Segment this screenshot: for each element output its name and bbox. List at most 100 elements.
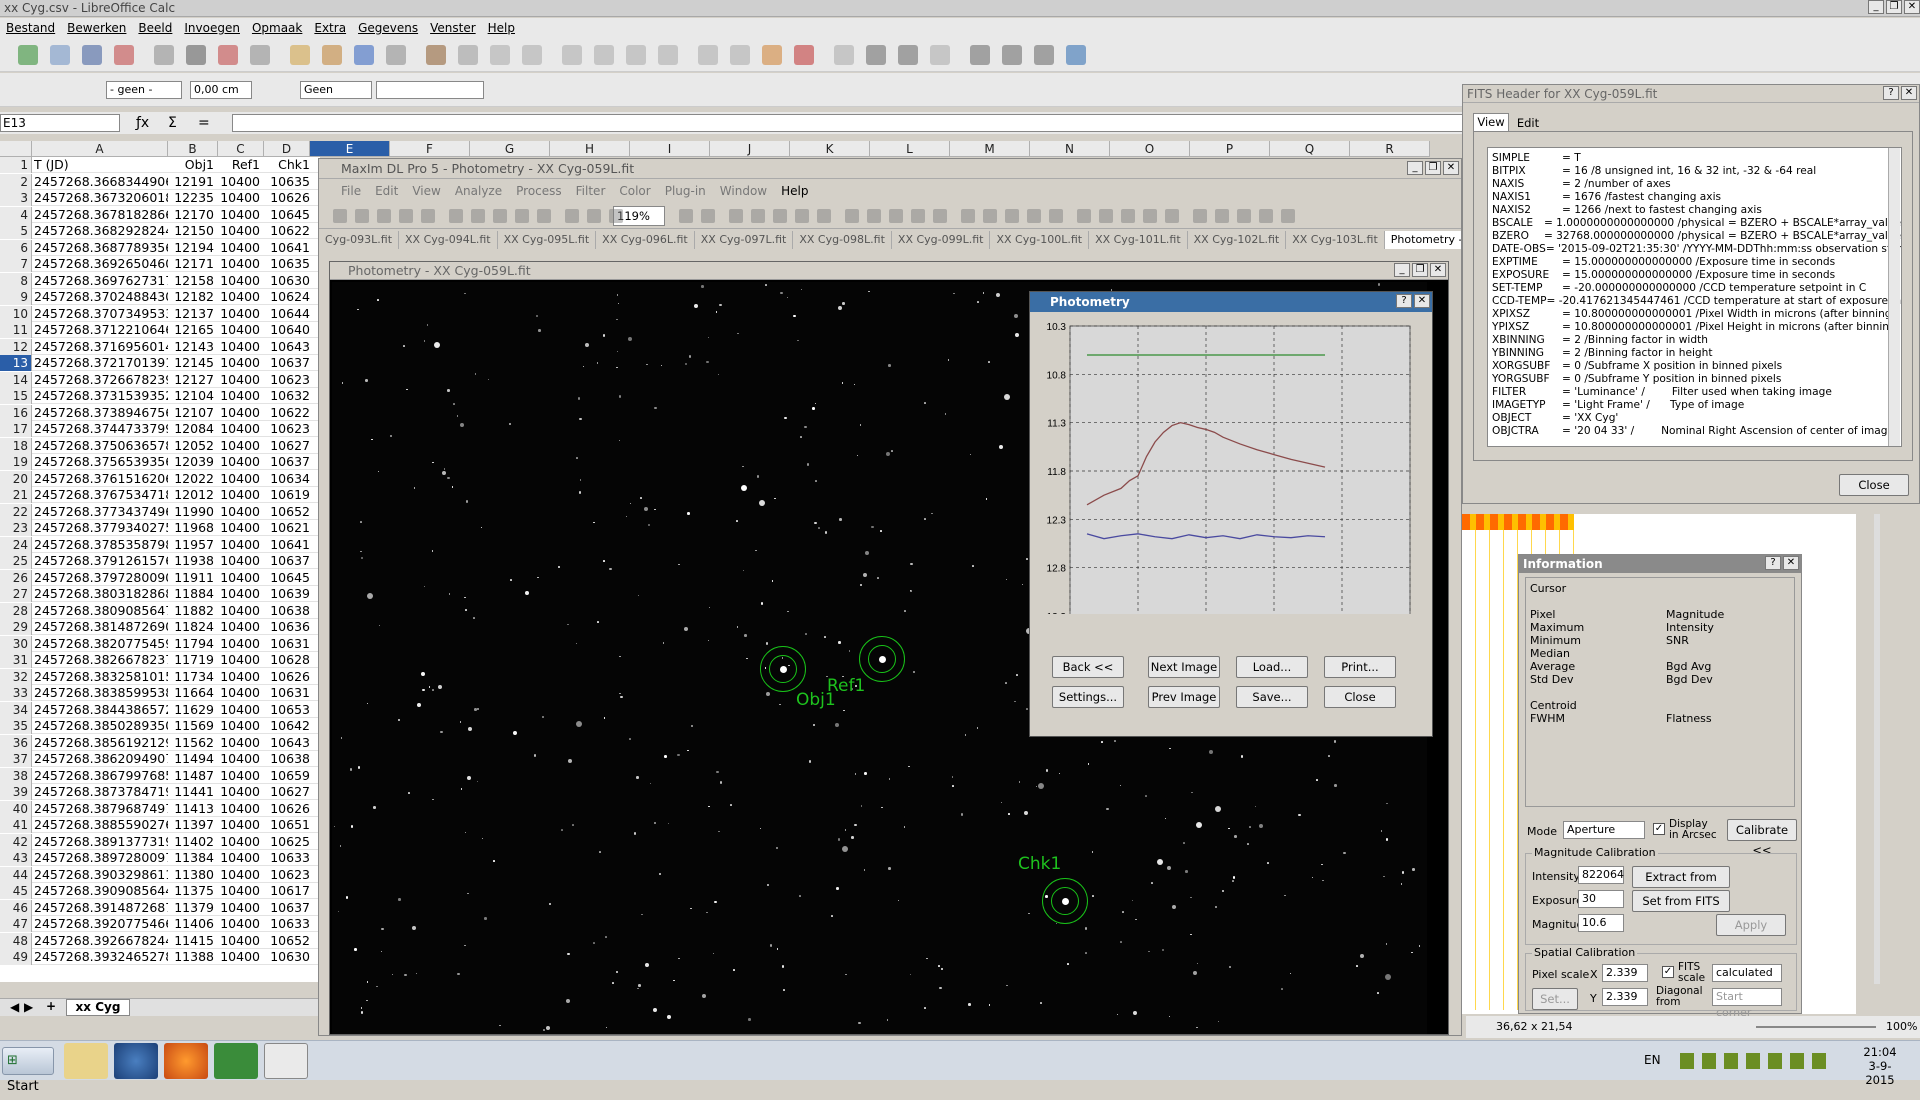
table-cell[interactable]: 2457268.3809085647 — [34, 603, 168, 619]
define-print-icon[interactable] — [1002, 45, 1022, 65]
table-cell[interactable]: 11911 — [170, 570, 214, 586]
maxim-tool-icon[interactable] — [933, 209, 947, 223]
table-row[interactable]: 9 2457268.3702488430 12182 10400 10624 — [0, 289, 320, 305]
table-cell[interactable]: 12107 — [170, 405, 214, 421]
column-header-e[interactable]: E — [310, 141, 390, 157]
table-cell[interactable]: 10400 — [216, 388, 260, 404]
menu-item-bestand[interactable]: Bestand — [6, 18, 55, 38]
table-cell[interactable]: 10630 — [262, 273, 310, 289]
table-cell[interactable]: 10400 — [216, 471, 260, 487]
table-cell[interactable]: 2457268.3814872690 — [34, 619, 168, 635]
row-number[interactable]: 45 — [0, 883, 32, 899]
maxim-menu-help[interactable]: Help — [781, 181, 808, 201]
column-header-m[interactable]: M — [950, 141, 1030, 157]
column-header-h[interactable]: H — [550, 141, 630, 157]
table-cell[interactable]: 11884 — [170, 586, 214, 602]
insert-icon[interactable] — [594, 45, 614, 65]
table-row[interactable]: 32 2457268.3832581015 11734 10400 10626 — [0, 668, 320, 685]
table-cell[interactable]: 2457268.3879687497 — [34, 801, 168, 817]
open-icon[interactable] — [50, 45, 70, 65]
table-row[interactable]: 20 2457268.3761516206 12022 10400 10634 — [0, 470, 320, 487]
table-cell[interactable]: 11938 — [170, 553, 214, 569]
table-cell[interactable]: 10400 — [216, 867, 260, 883]
table-row[interactable]: 27 2457268.3803182868 11884 10400 10639 — [0, 586, 320, 602]
table-cell[interactable]: 11375 — [170, 883, 214, 899]
minimize-button[interactable]: _ — [1407, 161, 1423, 175]
image-tab[interactable]: XX Cyg-101L.fit — [1089, 231, 1188, 249]
table-cell[interactable]: 12104 — [170, 388, 214, 404]
image-tab[interactable]: XX Cyg-098L.fit — [793, 231, 892, 249]
row-number[interactable]: 29 — [0, 619, 32, 635]
table-cell[interactable]: 10400 — [216, 520, 260, 536]
row-number[interactable]: 9 — [0, 289, 32, 305]
row-number[interactable]: 3 — [0, 190, 32, 206]
calibrate-button[interactable]: Calibrate << — [1727, 819, 1797, 857]
print-button[interactable]: Print... — [1324, 656, 1396, 678]
image-tab[interactable]: Photometry - XX Cyg-059L.fit — [1384, 231, 1461, 249]
table-cell[interactable]: 11719 — [170, 652, 214, 668]
row-number[interactable]: 46 — [0, 899, 32, 916]
table-cell[interactable]: 10623 — [262, 372, 310, 388]
row-number[interactable]: 17 — [0, 421, 32, 437]
table-row[interactable]: 31 2457268.3826678237 11719 10400 10628 — [0, 652, 320, 668]
table-cell[interactable]: 11968 — [170, 520, 214, 536]
table-cell[interactable]: 12143 — [170, 339, 214, 355]
table-cell[interactable]: 10659 — [262, 768, 310, 784]
restore-button[interactable]: ❐ — [1412, 263, 1428, 277]
table-row[interactable]: 2 2457268.3668344906 12191 10400 10635 — [0, 173, 320, 190]
prev-sheet-icon[interactable]: ◀ — [10, 1000, 19, 1014]
calculated-field[interactable]: calculated — [1712, 964, 1782, 982]
table-cell[interactable]: 2457268.3903298611 — [34, 867, 168, 883]
start-button[interactable]: ⊞ Start — [2, 1047, 54, 1094]
table-cell[interactable]: 10400 — [216, 223, 260, 239]
table-row[interactable]: 8 2457268.3697627317 12158 10400 10630 — [0, 272, 320, 289]
maxim-tool-icon[interactable] — [515, 209, 529, 223]
table-cell[interactable]: 10400 — [216, 784, 260, 800]
table-row[interactable]: 33 2457268.3838599538 11664 10400 10631 — [0, 685, 320, 701]
row-number[interactable]: 8 — [0, 272, 32, 289]
table-cell[interactable]: 10400 — [216, 421, 260, 437]
settings-button[interactable]: Settings... — [1052, 686, 1124, 708]
clone-icon[interactable] — [354, 45, 374, 65]
table-cell[interactable]: 10400 — [216, 768, 260, 784]
table-cell[interactable]: 10644 — [262, 306, 310, 322]
set-from-fits-button[interactable]: Set from FITS — [1632, 890, 1730, 912]
table-cell[interactable]: 11380 — [170, 867, 214, 883]
table-cell[interactable]: 2457268.3731539352 — [34, 388, 168, 404]
paste-icon[interactable] — [322, 45, 342, 65]
table-cell[interactable]: 10400 — [216, 883, 260, 899]
maxim-tool-icon[interactable] — [867, 209, 881, 223]
column-header-g[interactable]: G — [470, 141, 550, 157]
table-cell[interactable]: 10642 — [262, 718, 310, 734]
table-cell[interactable]: 10621 — [262, 520, 310, 536]
table-cell[interactable]: 12022 — [170, 471, 214, 487]
close-button[interactable]: ✕ — [1443, 161, 1459, 175]
table-cell[interactable]: 10400 — [216, 817, 260, 833]
table-cell[interactable]: 12235 — [170, 190, 214, 206]
table-cell[interactable]: 10627 — [262, 784, 310, 800]
maxim-tool-icon[interactable] — [1121, 209, 1135, 223]
table-row[interactable]: 17 2457268.3744733799 12084 10400 10623 — [0, 421, 320, 437]
row-number[interactable]: 33 — [0, 685, 32, 701]
restore-button[interactable]: ❐ — [1425, 161, 1441, 175]
maxim-tool-icon[interactable] — [1193, 209, 1207, 223]
maxim-tool-icon[interactable] — [377, 209, 391, 223]
help-button[interactable]: ? — [1883, 86, 1899, 100]
menu-item-beeld[interactable]: Beeld — [138, 18, 172, 38]
table-cell[interactable]: 10631 — [262, 685, 310, 701]
table-cell[interactable]: 11379 — [170, 900, 214, 916]
table-cell[interactable]: 2457268.3721701391 — [34, 355, 168, 371]
table-cell[interactable]: 10400 — [216, 190, 260, 206]
table-cell[interactable]: 2457268.3838599538 — [34, 685, 168, 701]
table-cell[interactable]: 10641 — [262, 537, 310, 553]
menu-item-opmaak[interactable]: Opmaak — [252, 18, 302, 38]
row-number[interactable]: 38 — [0, 767, 32, 784]
sort-desc-icon[interactable] — [730, 45, 750, 65]
maxim-tool-icon[interactable] — [729, 209, 743, 223]
back-button[interactable]: Back << — [1052, 656, 1124, 678]
table-cell[interactable]: 10635 — [262, 256, 310, 272]
row-number[interactable]: 13 — [0, 355, 32, 371]
function-wizard-icon[interactable]: ƒx — [136, 114, 149, 132]
row-number[interactable]: 49 — [0, 949, 32, 965]
table-cell[interactable]: 10651 — [262, 817, 310, 833]
